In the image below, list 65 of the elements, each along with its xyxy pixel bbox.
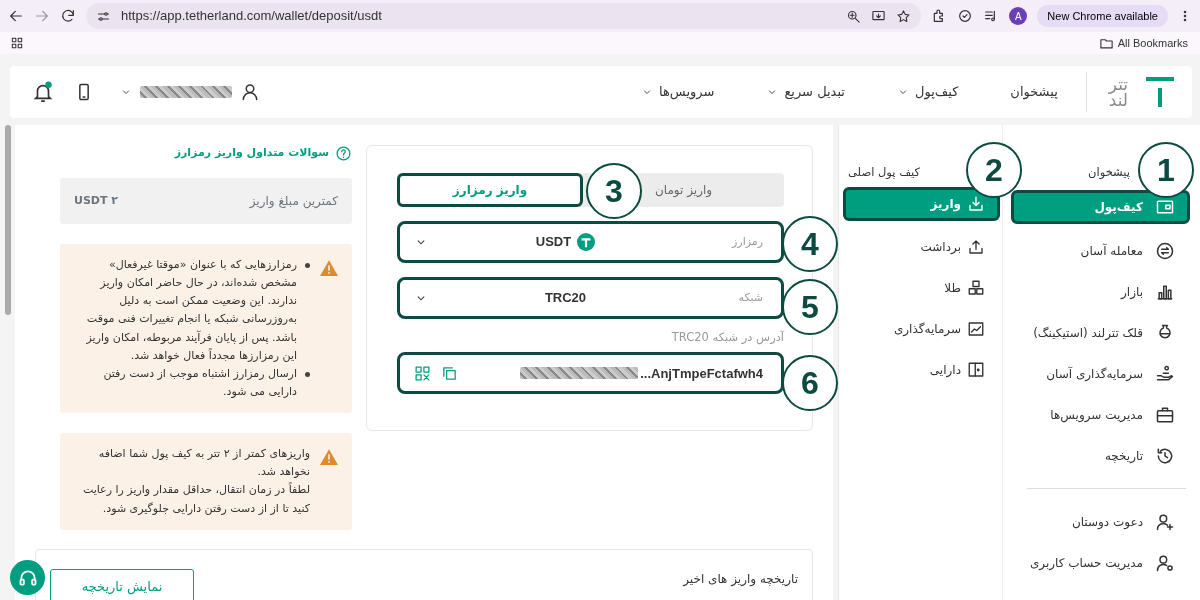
warning-text: رمزارزهایی که با عنوان «موقتا غیرفعال» مشخص شده‌اند، در حال حاضر امکان واریز ندارند. این وضعیت ممکن است به دلیل به‌روزرسانی شبکه یا انجام تغییرات فنی موقت باشد. پس از پایان فرآیند مربوطه، امکان واریز این رمزارزها مجدداً فعال خواهد شد. — [85, 257, 297, 364]
bookmarks-link[interactable]: All Bookmarks — [1117, 34, 1188, 52]
deposit-tab[interactable]: واریز تومان — [644, 177, 723, 203]
zoom-icon[interactable] — [846, 8, 862, 24]
warning-text: لطفاً در زمان انتقال، حداقل مقدار واریز را رعایت کنید تا از از دست رفتن دارایی جلوگیری شود. — [81, 481, 310, 517]
user-icon[interactable] — [240, 82, 260, 102]
submenu-item[interactable]: دارایی — [843, 349, 1000, 390]
nav-link[interactable]: سرویس‌ها — [641, 82, 715, 102]
coin-icon — [577, 233, 596, 251]
apps-icon[interactable] — [10, 36, 24, 50]
bullet-dot — [305, 263, 310, 268]
field-label: رمزارز — [730, 233, 763, 250]
profile-avatar[interactable]: A — [1009, 7, 1028, 25]
warning-text: واریزهای کمتر از ۲ تتر به کیف پول شما اضافه نخواهد شد. — [97, 446, 310, 481]
sidebar-item[interactable]: سرمایه‌گذاری آسان — [1011, 353, 1190, 394]
headset-icon — [17, 567, 38, 588]
show-history-button[interactable]: نمایش تاریخچه — [50, 569, 194, 600]
submenu-item[interactable]: برداشت — [843, 226, 1000, 267]
sidebar-item[interactable]: قلک تترلند (استیکینگ) — [1011, 312, 1190, 353]
submenu-title: کیف پول اصلی — [848, 164, 921, 181]
field-value: USDT — [535, 233, 572, 252]
warning-icon — [320, 260, 338, 276]
chart-icon — [967, 319, 985, 338]
sidebar-item[interactable]: معامله آسان — [1011, 230, 1190, 271]
stacked-blocks-icon — [967, 278, 985, 297]
notification-bell-icon[interactable] — [32, 81, 54, 103]
swap-icon — [1155, 240, 1175, 261]
back-icon[interactable] — [8, 8, 24, 24]
min-amount-value: ۲ USDT — [74, 192, 119, 209]
url-text: https://app.tetherland.com/wallet/deposit/usdt — [121, 7, 382, 26]
submenu-item[interactable]: طلا — [843, 267, 1000, 308]
history-title: تاریخچه واریز های اخیر — [683, 571, 798, 588]
min-amount-label: کمترین مبلغ واریز — [249, 193, 338, 210]
bookmark-star-icon[interactable] — [896, 8, 912, 24]
sidebar-item[interactable]: تاریخچه — [1011, 435, 1190, 476]
sidebar-item[interactable]: مدیریت حساب کاربری — [1011, 542, 1190, 583]
reload-icon[interactable] — [60, 8, 76, 24]
nav-link[interactable]: کیف‌پول — [897, 82, 959, 102]
update-button[interactable]: New Chrome available — [1037, 4, 1168, 28]
download-icon — [967, 195, 985, 213]
logo-icon[interactable] — [1146, 77, 1174, 107]
bullet-dot — [305, 371, 310, 377]
logo-text: تتر — [1108, 75, 1128, 92]
address-label: آدرس در شبکه TRC20 — [670, 329, 784, 347]
field-value: TRC20 — [544, 289, 587, 308]
help-icon — [335, 145, 352, 162]
submenu-item[interactable]: سرمایه‌گذاری — [843, 308, 1000, 349]
warning-text: ارسال رمزارز اشتباه موجب از دست رفتن دارایی می شود. — [102, 365, 297, 400]
hand-coin-icon — [1155, 363, 1175, 384]
qr-code-icon[interactable] — [414, 364, 431, 382]
safe-icon — [967, 360, 985, 379]
sidebar-item[interactable]: بازار — [1011, 271, 1190, 312]
nav-link[interactable]: تبدیل سریع — [766, 82, 845, 102]
address-text: ...AnjTmpeFctafwh4 — [640, 364, 763, 383]
scrollbar-thumb[interactable] — [5, 125, 11, 315]
address-bar[interactable]: https://app.tetherland.com/wallet/deposit/usdt — [86, 3, 922, 29]
warning-icon — [320, 449, 338, 466]
nav-link[interactable]: پیشخوان — [1010, 82, 1058, 102]
sidebar-title: پیشخوان — [1088, 164, 1130, 181]
field-label: شبکه — [737, 289, 763, 306]
upload-icon — [967, 237, 985, 256]
sidebar-item[interactable]: مدیریت سرویس‌ها — [1011, 394, 1190, 435]
sidebar-item[interactable]: دعوت دوستان — [1011, 501, 1190, 542]
copy-icon[interactable] — [441, 364, 458, 382]
wallet-icon — [1155, 197, 1175, 217]
